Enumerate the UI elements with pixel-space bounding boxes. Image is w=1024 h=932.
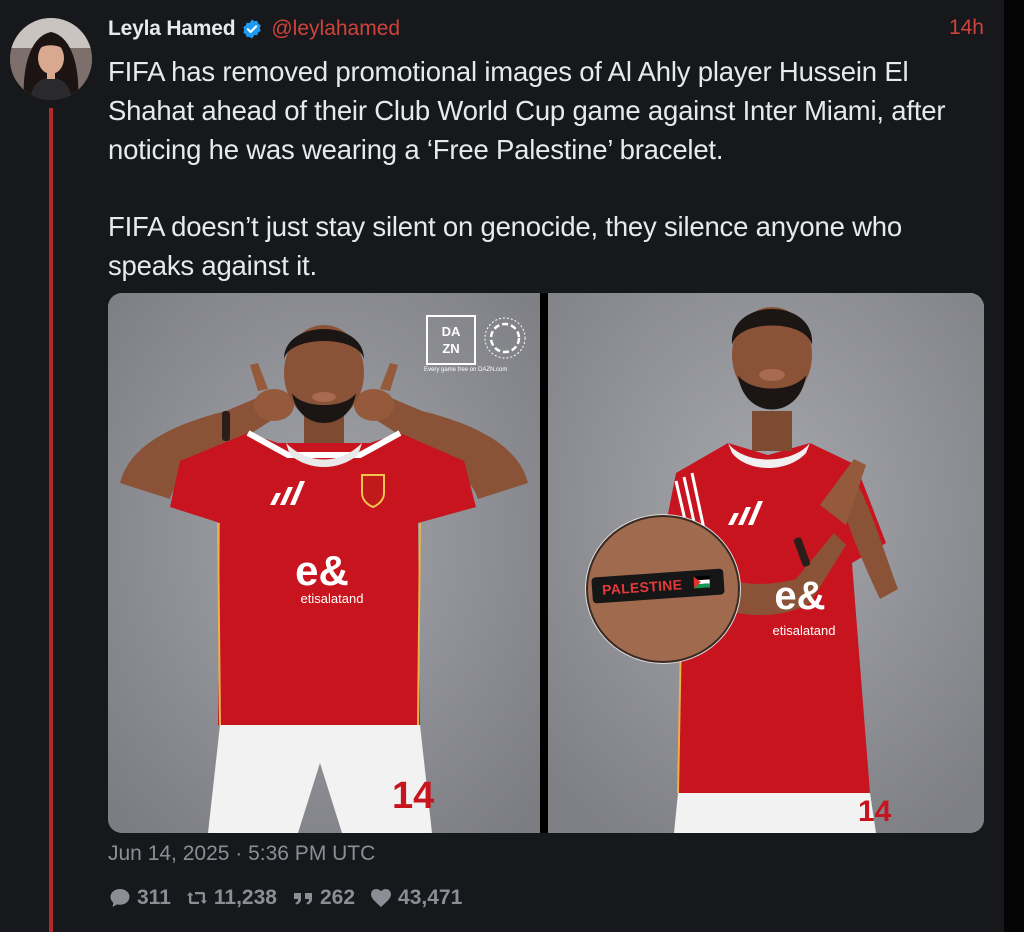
relative-time[interactable]: 14h bbox=[949, 16, 984, 40]
tweet-stats: 311 11,238 262 43,471 bbox=[108, 884, 476, 912]
media-grid: 14 e& etisalatand DA ZN Every game free … bbox=[108, 293, 984, 833]
avatar[interactable] bbox=[10, 18, 92, 100]
quote-stat[interactable]: 262 bbox=[291, 886, 355, 910]
sponsor-name-left: etisalatand bbox=[301, 591, 364, 606]
player-photo-hands-on-mouth: 14 e& etisalatand bbox=[108, 293, 540, 833]
like-stat[interactable]: 43,471 bbox=[369, 886, 462, 910]
media-photo-right[interactable]: 14 e& etisalatand PALESTINE bbox=[548, 293, 984, 833]
tweet-header: Leyla Hamed @leylahamed 14h bbox=[108, 12, 984, 46]
tweet-card: Leyla Hamed @leylahamed 14h FIFA has rem… bbox=[0, 0, 1004, 932]
retweet-count: 11,238 bbox=[213, 886, 277, 909]
user-handle[interactable]: @leylahamed bbox=[271, 17, 400, 41]
bracelet-zoom-inset: PALESTINE bbox=[586, 515, 740, 663]
sponsor-name-right: etisalatand bbox=[773, 623, 836, 638]
tweet-timestamp[interactable]: Jun 14, 2025 · 5:36 PM UTC bbox=[108, 842, 375, 866]
tweet-text: FIFA has removed promotional images of A… bbox=[108, 52, 988, 323]
palestine-flag-icon bbox=[693, 575, 711, 589]
thread-line bbox=[49, 108, 53, 932]
quote-icon bbox=[293, 893, 312, 905]
reply-count: 311 bbox=[137, 886, 171, 909]
bracelet-text: PALESTINE bbox=[601, 576, 683, 598]
quote-count: 262 bbox=[319, 886, 356, 909]
media-photo-left[interactable]: 14 e& etisalatand DA ZN Every game free … bbox=[108, 293, 540, 833]
heart-icon bbox=[371, 889, 392, 907]
dazn-note: Every game free on DAZN.com bbox=[424, 367, 508, 373]
palestine-bracelet: PALESTINE bbox=[591, 568, 725, 604]
shirt-number-left: 14 bbox=[392, 775, 434, 817]
shirt-number-right: 14 bbox=[858, 795, 892, 828]
display-name[interactable]: Leyla Hamed bbox=[108, 17, 236, 41]
retweet-stat[interactable]: 11,238 bbox=[185, 886, 277, 910]
verified-badge-icon bbox=[243, 19, 262, 39]
window-edge bbox=[1004, 0, 1024, 932]
retweet-icon bbox=[186, 892, 207, 904]
dazn-logo-bottom: ZN bbox=[442, 341, 460, 356]
tweet-paragraph-2: FIFA doesn’t just stay silent on genocid… bbox=[108, 211, 902, 281]
club-world-cup-logo bbox=[484, 317, 526, 359]
sponsor-mark-left: e& bbox=[295, 547, 349, 594]
reply-icon bbox=[110, 889, 130, 907]
sponsor-mark-right: e& bbox=[774, 574, 825, 618]
tweet-paragraph-1: FIFA has removed promotional images of A… bbox=[108, 56, 946, 165]
avatar-image bbox=[10, 18, 92, 100]
dazn-logo: DA ZN bbox=[426, 315, 476, 365]
like-count: 43,471 bbox=[398, 886, 463, 909]
dazn-logo-top: DA bbox=[441, 324, 461, 339]
reply-stat[interactable]: 311 bbox=[108, 886, 171, 910]
